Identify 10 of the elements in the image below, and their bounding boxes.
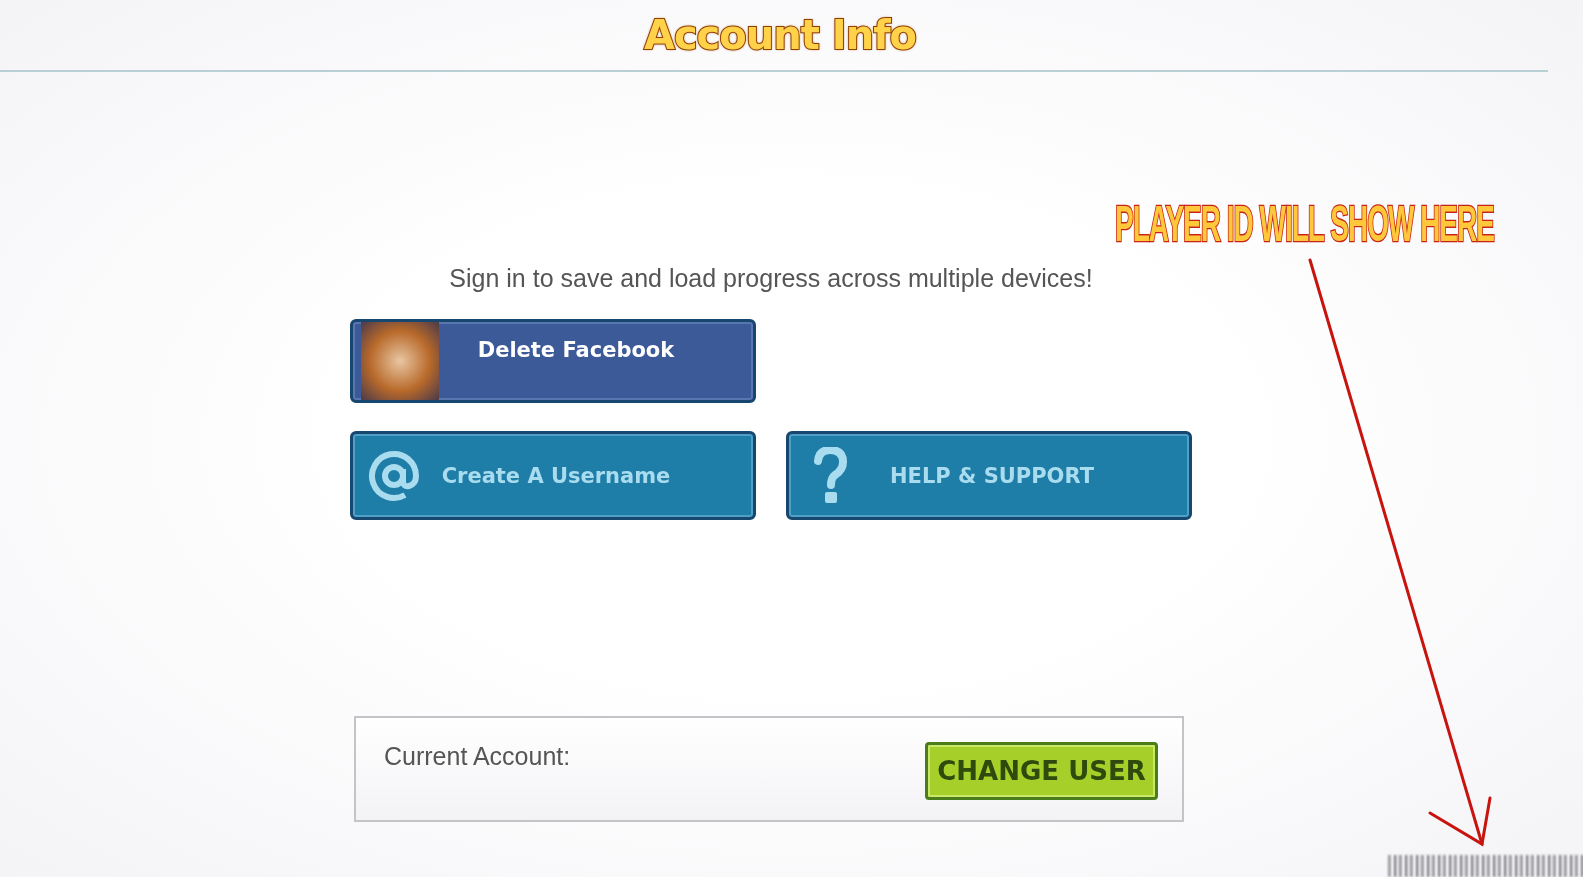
- delete-facebook-button[interactable]: Delete Facebook: [350, 319, 756, 403]
- question-mark-icon: [813, 446, 847, 505]
- create-username-button[interactable]: Create A Username: [350, 431, 756, 520]
- page-title: Account Info: [643, 12, 917, 58]
- at-sign-icon: [367, 448, 421, 503]
- sign-in-prompt: Sign in to save and load progress across multiple devices!: [448, 263, 1094, 294]
- annotation-text: PLAYER ID WILL SHOW HERE: [1115, 196, 1494, 254]
- help-support-button[interactable]: HELP & SUPPORT: [786, 431, 1192, 520]
- change-user-button[interactable]: CHANGE USER: [925, 742, 1158, 800]
- current-account-label: Current Account:: [384, 742, 571, 771]
